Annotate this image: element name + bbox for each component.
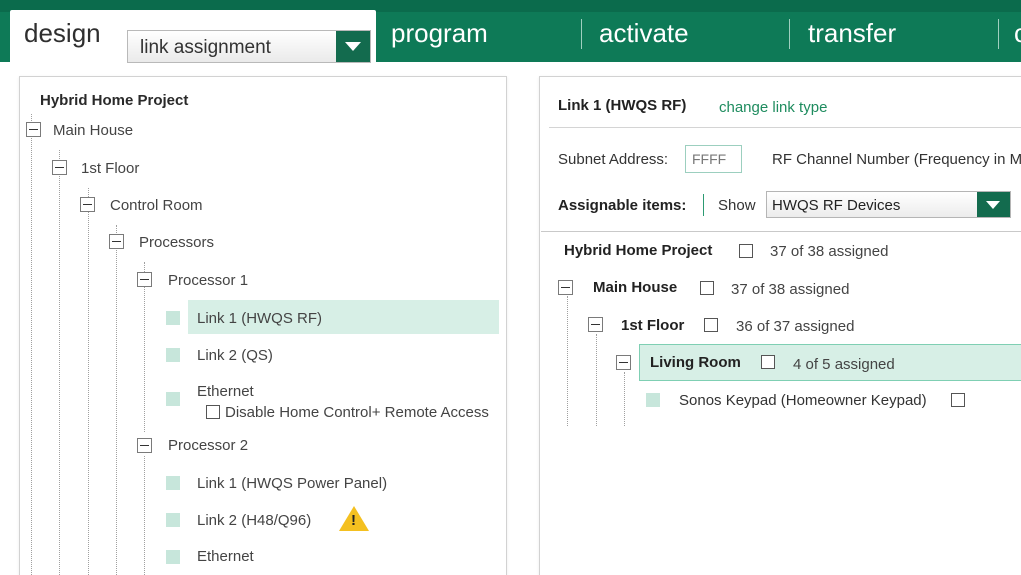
change-link-type-link[interactable]: change link type — [719, 99, 827, 116]
tree-item-p1-ethernet[interactable]: Ethernet — [197, 383, 254, 400]
tree-connector — [31, 114, 32, 575]
collapse-icon[interactable] — [616, 355, 631, 370]
show-filter-value: HWQS RF Devices — [772, 197, 901, 214]
tab-overflow[interactable]: c — [1014, 18, 1021, 49]
tree-item-p2-link2[interactable]: Link 2 (H48/Q96) — [197, 512, 311, 529]
disable-remote-checkbox[interactable] — [206, 405, 220, 419]
collapse-icon[interactable] — [137, 438, 152, 453]
collapse-icon[interactable] — [109, 234, 124, 249]
tree-root-label[interactable]: Hybrid Home Project — [40, 92, 188, 109]
warning-icon-mark: ! — [351, 512, 356, 529]
tree-connector — [88, 188, 89, 575]
tab-design[interactable]: design link assignment — [10, 10, 376, 63]
show-label: Show — [718, 197, 756, 214]
tree-connector — [59, 150, 60, 575]
room-checkbox[interactable] — [761, 355, 775, 369]
assign-tree-device[interactable]: Sonos Keypad (Homeowner Keypad) — [679, 392, 927, 409]
collapse-icon[interactable] — [588, 317, 603, 332]
tree-connector — [596, 334, 597, 426]
tree-item-p2-ethernet[interactable]: Ethernet — [197, 548, 254, 565]
link-icon — [166, 513, 180, 527]
device-checkbox[interactable] — [951, 393, 965, 407]
link-title: Link 1 (HWQS RF) — [558, 97, 687, 114]
collapse-icon[interactable] — [80, 197, 95, 212]
section-divider — [541, 231, 1021, 232]
tree-connector — [144, 456, 145, 575]
collapse-icon[interactable] — [558, 280, 573, 295]
tab-separator — [998, 19, 999, 49]
tree-item-1st-floor[interactable]: 1st Floor — [81, 160, 139, 177]
tree-item-processor-1[interactable]: Processor 1 — [168, 272, 248, 289]
assignable-items-label: Assignable items: — [558, 197, 687, 214]
tab-transfer[interactable]: transfer — [808, 18, 896, 49]
tree-connector — [567, 296, 568, 426]
tree-connector — [624, 372, 625, 426]
view-mode-value: link assignment — [140, 37, 271, 58]
project-assigned-count: 37 of 38 assigned — [770, 243, 889, 260]
tree-item-processors[interactable]: Processors — [139, 234, 214, 251]
tab-separator — [789, 19, 790, 49]
floor-checkbox[interactable] — [704, 318, 718, 332]
subnet-address-label: Subnet Address: — [558, 151, 669, 168]
project-checkbox[interactable] — [739, 244, 753, 258]
collapse-icon[interactable] — [26, 122, 41, 137]
chevron-down-icon[interactable] — [977, 192, 1010, 217]
tree-connector — [116, 225, 117, 575]
ethernet-icon — [166, 550, 180, 564]
link-icon — [166, 348, 180, 362]
tab-design-label: design — [24, 18, 101, 48]
disable-remote-label: Disable Home Control+ Remote Access — [225, 404, 489, 421]
tab-separator — [581, 19, 582, 49]
assign-tree-project[interactable]: Hybrid Home Project — [564, 242, 712, 259]
header-divider — [549, 127, 1021, 128]
view-mode-select[interactable]: link assignment — [127, 30, 371, 63]
collapse-icon[interactable] — [52, 160, 67, 175]
rf-channel-label: RF Channel Number (Frequency in M — [772, 151, 1021, 168]
main-house-assigned-count: 37 of 38 assigned — [731, 281, 850, 298]
label-separator — [703, 194, 704, 216]
assign-tree-1st-floor[interactable]: 1st Floor — [621, 317, 684, 334]
main-house-checkbox[interactable] — [700, 281, 714, 295]
tree-connector — [144, 262, 145, 432]
tree-item-processor-2[interactable]: Processor 2 — [168, 437, 248, 454]
floor-assigned-count: 36 of 37 assigned — [736, 318, 855, 335]
tab-program[interactable]: program — [391, 18, 488, 49]
keypad-icon — [646, 393, 660, 407]
room-assigned-count: 4 of 5 assigned — [793, 356, 895, 373]
assign-tree-living-room[interactable]: Living Room — [650, 354, 741, 371]
tree-item-control-room[interactable]: Control Room — [110, 197, 203, 214]
subnet-address-value: FFFF — [692, 151, 727, 167]
tree-item-p1-link1[interactable]: Link 1 (HWQS RF) — [197, 310, 322, 327]
link-icon — [166, 311, 180, 325]
tree-item-p2-link1[interactable]: Link 1 (HWQS Power Panel) — [197, 475, 387, 492]
ethernet-icon — [166, 392, 180, 406]
tab-activate[interactable]: activate — [599, 18, 689, 49]
collapse-icon[interactable] — [137, 272, 152, 287]
link-icon — [166, 476, 180, 490]
show-filter-select[interactable]: HWQS RF Devices — [766, 191, 1011, 218]
chevron-down-icon[interactable] — [336, 31, 370, 62]
tree-item-main-house[interactable]: Main House — [53, 122, 133, 139]
top-navigation-bar: design link assignment program activate … — [0, 0, 1021, 63]
assign-tree-main-house[interactable]: Main House — [593, 279, 677, 296]
tree-item-p1-link2[interactable]: Link 2 (QS) — [197, 347, 273, 364]
subnet-address-input[interactable]: FFFF — [685, 145, 742, 173]
